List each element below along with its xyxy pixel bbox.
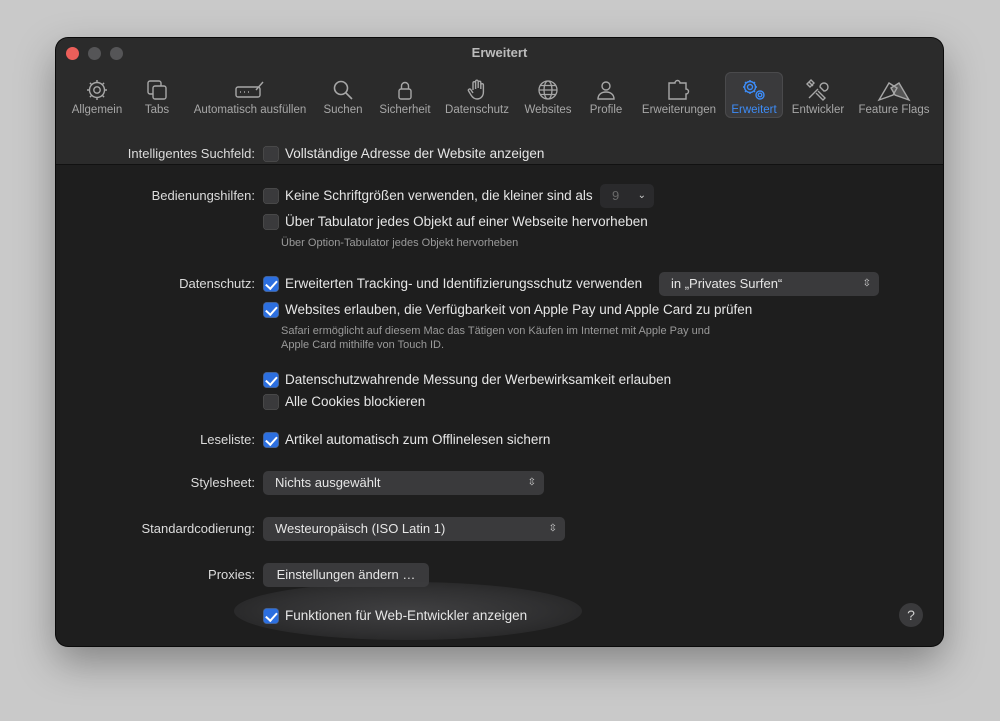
window-title: Erweitert [471, 45, 528, 60]
person-icon [597, 81, 615, 100]
reading-list-label: Leseliste: [200, 432, 255, 447]
tracking-protection-select[interactable]: in „Privates Surfen“ ⇳ [659, 272, 879, 296]
encoding-label: Standardcodierung: [141, 521, 255, 536]
tab-label: Websites [524, 104, 572, 116]
offline-reading-text: Artikel automatisch zum Offlinelesen sic… [285, 432, 551, 447]
gears-icon [743, 80, 765, 100]
tab-label: Tabs [144, 104, 170, 116]
web-dev-features-text: Funktionen für Web-Entwickler anzeigen [285, 608, 528, 623]
tab-label: Automatisch ausfüllen [193, 104, 307, 116]
tab-label: Sicherheit [379, 104, 431, 116]
accessibility-label: Bedienungshilfen: [151, 188, 255, 203]
tab-feature-flags[interactable]: Feature Flags [855, 72, 933, 118]
tools-icon [806, 79, 829, 101]
tracking-protection-value: in „Privates Surfen“ [671, 276, 783, 291]
autofill-icon [235, 81, 264, 98]
tab-highlight-hint: Über Option-Tabulator jedes Objekt hervo… [281, 237, 519, 249]
full-address-checkbox[interactable] [263, 146, 279, 162]
tab-label: Suchen [323, 104, 363, 116]
tab-allgemein[interactable]: Allgemein [66, 72, 128, 118]
min-font-checkbox[interactable] [263, 188, 279, 204]
tab-label: Erweitert [731, 104, 777, 116]
stylesheet-value: Nichts ausgewählt [275, 475, 381, 490]
globe-icon [538, 80, 558, 100]
tab-label: Erweiterungen [641, 104, 717, 116]
smart-search-label: Intelligentes Suchfeld: [127, 146, 255, 161]
tracking-protection-checkbox[interactable] [263, 276, 279, 292]
puzzle-icon [668, 79, 690, 100]
tab-erweitert[interactable]: Erweitert [725, 72, 783, 118]
tab-label: Feature Flags [858, 104, 930, 116]
tab-erweiterungen[interactable]: Erweiterungen [638, 72, 720, 118]
apple-pay-checkbox[interactable] [263, 302, 279, 318]
min-font-size-value: 9 [612, 188, 620, 203]
block-cookies-checkbox[interactable] [263, 394, 279, 410]
lock-icon [398, 81, 412, 100]
apple-pay-hint-2: Apple Card mithilfe von Touch ID. [281, 339, 445, 351]
ad-measurement-text: Datenschutzwahrende Messung der Werbewir… [285, 372, 672, 387]
proxies-label: Proxies: [208, 567, 255, 582]
tab-entwickler[interactable]: Entwickler [788, 72, 848, 118]
stylesheet-label: Stylesheet: [190, 475, 255, 490]
tab-label: Profile [589, 104, 623, 116]
tab-websites[interactable]: Websites [518, 72, 578, 118]
preferences-window: Erweitert Allgemein Tabs Automatisch aus… [56, 38, 943, 646]
tracking-protection-text: Erweiterten Tracking- und Identifizierun… [285, 276, 643, 291]
block-cookies-text: Alle Cookies blockieren [285, 394, 426, 409]
flags-icon [877, 82, 911, 102]
tab-profile[interactable]: Profile [582, 72, 630, 118]
ad-measurement-checkbox[interactable] [263, 372, 279, 388]
hand-icon [467, 79, 485, 100]
tab-datenschutz[interactable]: Datenschutz [440, 72, 514, 118]
help-button[interactable]: ? [899, 603, 923, 627]
full-address-text: Vollständige Adresse der Website anzeige… [285, 146, 545, 161]
updown-chevron-icon: ⇳ [862, 278, 871, 289]
min-font-size-select[interactable]: 9 ⌄ [600, 184, 654, 208]
gear-icon [87, 80, 107, 100]
web-dev-features-checkbox[interactable] [263, 608, 279, 624]
updown-chevron-icon: ⇳ [527, 477, 536, 488]
tab-suchen[interactable]: Suchen [318, 72, 368, 118]
tab-automatisch-ausfuellen[interactable]: Automatisch ausfüllen [190, 72, 310, 118]
updown-chevron-icon: ⇳ [548, 523, 557, 534]
chevron-down-icon: ⌄ [637, 190, 646, 201]
tab-tabs[interactable]: Tabs [134, 72, 180, 118]
stylesheet-select[interactable]: Nichts ausgewählt ⇳ [263, 471, 544, 495]
tabs-icon [147, 80, 167, 100]
offline-reading-checkbox[interactable] [263, 432, 279, 448]
tab-label: Entwickler [791, 104, 845, 116]
apple-pay-hint-1: Safari ermöglicht auf diesem Mac das Tät… [281, 325, 711, 337]
apple-pay-text: Websites erlauben, die Verfügbarkeit von… [285, 302, 753, 317]
encoding-select[interactable]: Westeuropäisch (ISO Latin 1) ⇳ [263, 517, 565, 541]
privacy-label: Datenschutz: [179, 276, 255, 291]
tab-sicherheit[interactable]: Sicherheit [374, 72, 436, 118]
tab-label: Allgemein [71, 104, 123, 116]
min-font-text: Keine Schriftgrößen verwenden, die klein… [285, 188, 593, 203]
tab-highlight-checkbox[interactable] [263, 214, 279, 230]
encoding-value: Westeuropäisch (ISO Latin 1) [275, 521, 446, 536]
tab-highlight-text: Über Tabulator jedes Objekt auf einer We… [285, 214, 648, 229]
search-icon [333, 80, 353, 100]
tab-label: Datenschutz [445, 104, 509, 116]
